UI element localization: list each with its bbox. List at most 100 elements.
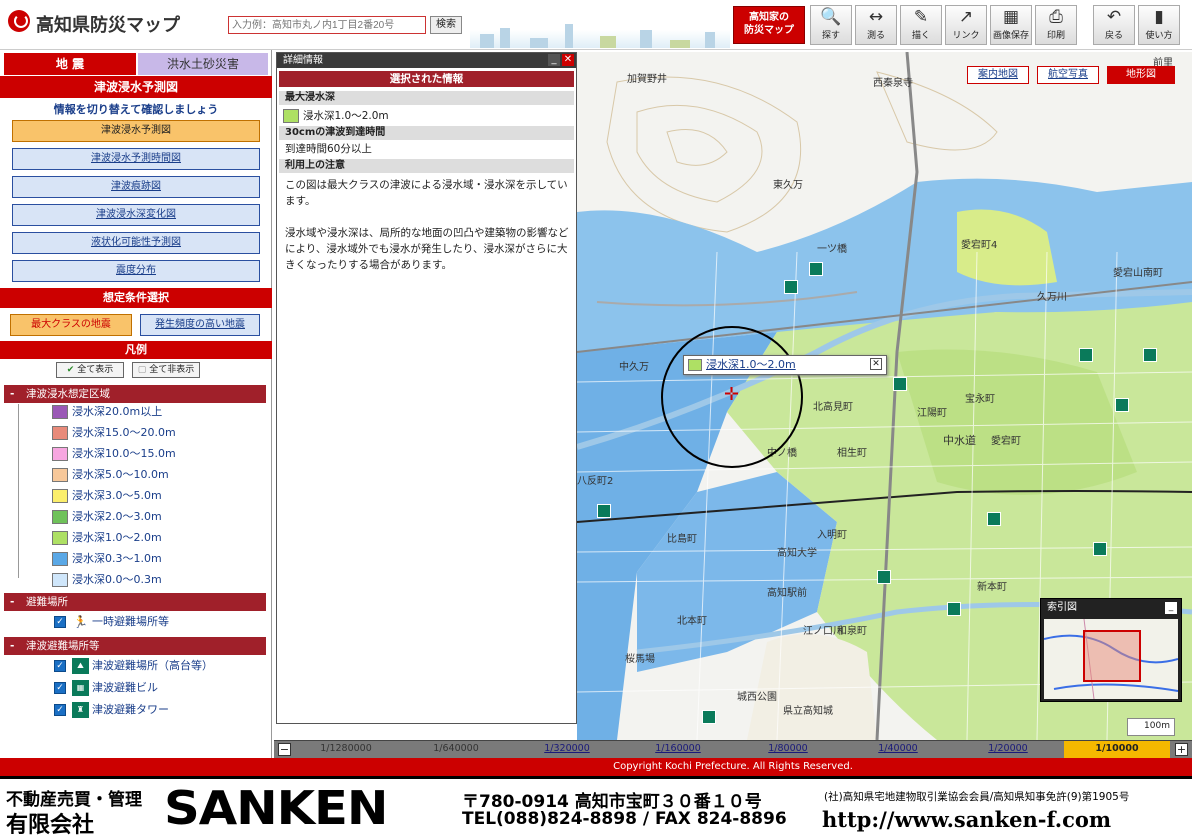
shelter-marker[interactable] <box>784 280 798 294</box>
hint-text: 情報を切り替えて確認しましょう <box>53 103 219 116</box>
group-tsunami-evacuation[interactable]: 津波避難場所等 <box>4 637 266 655</box>
help-button[interactable]: ▮ 使い方 <box>1138 5 1180 45</box>
map-label: 和泉町 <box>837 626 867 637</box>
legend-item: 浸水深5.0～10.0m <box>52 466 169 484</box>
index-map-canvas[interactable] <box>1043 618 1179 700</box>
print-button[interactable]: ⎙ 印刷 <box>1035 5 1077 45</box>
map-callout[interactable]: 浸水深1.0～2.0m ✕ <box>683 355 887 375</box>
crosshair-icon: ✛ <box>724 384 740 405</box>
map-label: 入明町 <box>817 530 847 541</box>
scale-option[interactable]: 1/80000 <box>738 743 838 754</box>
detail-heading: 最大浸水深 <box>279 91 574 105</box>
shelter-marker[interactable] <box>809 262 823 276</box>
index-map[interactable]: 索引図 _ <box>1040 598 1182 702</box>
map-label: 北高見町 <box>813 402 853 413</box>
color-swatch <box>52 552 68 566</box>
cond-high-button[interactable]: 発生頻度の高い地震 <box>140 314 260 336</box>
minimize-icon[interactable]: _ <box>1165 602 1177 614</box>
menu-tsunami-inundation[interactable]: 津波浸水予測図 <box>12 120 260 142</box>
scale-option[interactable]: 1/40000 <box>848 743 948 754</box>
link-tool-button[interactable]: ↗ リンク <box>945 5 987 45</box>
scale-option[interactable]: 1/640000 <box>406 743 506 754</box>
map-label: 東久万 <box>773 180 803 191</box>
minimize-icon[interactable]: _ <box>548 54 560 66</box>
scale-selector: − 1/1280000 1/640000 1/320000 1/160000 1… <box>274 740 1192 759</box>
detail-panel-title: 詳細情報 <box>277 53 576 68</box>
selected-info-title: 選択された情報 <box>279 71 574 87</box>
zoom-out-button[interactable]: − <box>278 743 291 756</box>
legend-item: 浸水深3.0～5.0m <box>52 487 162 505</box>
search-tool-button[interactable]: 🔍 探す <box>810 5 852 45</box>
search-button[interactable]: 検索 <box>430 16 462 34</box>
legend-item: 浸水深20.0m以上 <box>52 403 162 421</box>
hide-all-button[interactable]: ▢ 全て非表示 <box>132 362 200 378</box>
section-title: 津波浸水予測図 <box>0 76 272 98</box>
tab-earthquake[interactable]: 地 震 <box>4 53 136 75</box>
menu-depth-change[interactable]: 津波浸水深変化図 <box>12 204 260 226</box>
color-swatch <box>52 510 68 524</box>
legend-item: 浸水深10.0～15.0m <box>52 445 176 463</box>
shelter-marker[interactable] <box>893 377 907 391</box>
shelter-marker[interactable] <box>987 512 1001 526</box>
shelter-marker[interactable] <box>1115 398 1129 412</box>
cond-max-button[interactable]: 最大クラスの地震 <box>10 314 132 336</box>
map-label: 加賀野井 <box>627 74 667 85</box>
shelter-marker[interactable] <box>947 602 961 616</box>
detail-value: 浸水深1.0～2.0m <box>303 110 389 122</box>
show-all-button[interactable]: ✔ 全て表示 <box>56 362 124 378</box>
bousai-map-button[interactable]: 高知家の 防災マップ <box>733 6 805 44</box>
group-evacuation[interactable]: 避難場所 <box>4 593 266 611</box>
map-label: 比島町 <box>667 534 697 545</box>
shelter-marker[interactable] <box>877 570 891 584</box>
scale-option[interactable]: 1/1280000 <box>296 743 396 754</box>
draw-tool-button[interactable]: ✎ 描く <box>900 5 942 45</box>
evac-highland-checkbox[interactable]: ✓ <box>54 660 66 672</box>
tab-flood[interactable]: 洪水土砂災害 <box>138 53 268 75</box>
color-swatch <box>283 109 299 123</box>
draw-icon: ✎ <box>913 7 929 27</box>
menu-liquefaction[interactable]: 液状化可能性予測図 <box>12 232 260 254</box>
map-label: 愛宕町4 <box>961 240 998 251</box>
shelter-marker[interactable] <box>1143 348 1157 362</box>
zoom-in-button[interactable]: + <box>1175 743 1188 756</box>
group-tsunami-area[interactable]: 津波浸水想定区域 <box>4 385 266 403</box>
scale-option[interactable]: 1/20000 <box>958 743 1058 754</box>
color-swatch <box>688 359 702 371</box>
scale-option[interactable]: 1/160000 <box>628 743 728 754</box>
menu-seismic-intensity[interactable]: 震度分布 <box>12 260 260 282</box>
shelter-marker[interactable] <box>1093 542 1107 556</box>
menu-tsunami-trace[interactable]: 津波痕跡図 <box>12 176 260 198</box>
menu-tsunami-time[interactable]: 津波浸水予測時間図 <box>12 148 260 170</box>
detail-heading: 利用上の注意 <box>279 159 574 173</box>
shelter-marker[interactable] <box>1079 348 1093 362</box>
search-input[interactable] <box>228 16 426 34</box>
tab-aerial-photo[interactable]: 航空写真 <box>1037 66 1099 84</box>
close-icon[interactable]: ✕ <box>870 358 882 370</box>
evac-checkbox[interactable]: ✓ <box>54 616 66 628</box>
scale-option-active[interactable]: 1/10000 <box>1067 743 1167 754</box>
link-icon: ↗ <box>958 7 974 27</box>
legend-item: 浸水深0.0～0.3m <box>52 571 162 589</box>
legend-item: 浸水深15.0～20.0m <box>52 424 176 442</box>
legend-item: ♜ 津波避難タワー <box>72 702 169 718</box>
back-button[interactable]: ↶ 戻る <box>1093 5 1135 45</box>
legend-item: ⛰ 津波避難場所（高台等） <box>72 658 213 674</box>
scale-option[interactable]: 1/320000 <box>517 743 617 754</box>
map-canvas[interactable]: 加賀野井 西秦泉寺 東久万 愛宕町4 愛宕山南町 久万川 一ツ橋 中久万 北高見… <box>577 52 1192 740</box>
tab-guide-map[interactable]: 案内地図 <box>967 66 1029 84</box>
shelter-marker[interactable] <box>702 710 716 724</box>
shelter-marker[interactable] <box>597 504 611 518</box>
company-phone: TEL(088)824-8898 / FAX 824-8896 <box>462 809 787 829</box>
measure-tool-button[interactable]: ↔ 測る <box>855 5 897 45</box>
evac-building-checkbox[interactable]: ✓ <box>54 682 66 694</box>
legend-item: 浸水深0.3～1.0m <box>52 550 162 568</box>
image-save-button[interactable]: ▦ 画像保存 <box>990 5 1032 45</box>
index-map-title: 索引図 <box>1047 602 1077 613</box>
close-icon[interactable]: ✕ <box>562 54 574 66</box>
company-url[interactable]: http://www.sanken-f.com <box>822 807 1111 832</box>
color-swatch <box>52 447 68 461</box>
evac-tower-checkbox[interactable]: ✓ <box>54 704 66 716</box>
legend-item: 🏃 一時避難場所等 <box>72 614 169 630</box>
tab-topographic[interactable]: 地形図 <box>1107 66 1175 84</box>
skyline-decoration <box>470 8 730 48</box>
